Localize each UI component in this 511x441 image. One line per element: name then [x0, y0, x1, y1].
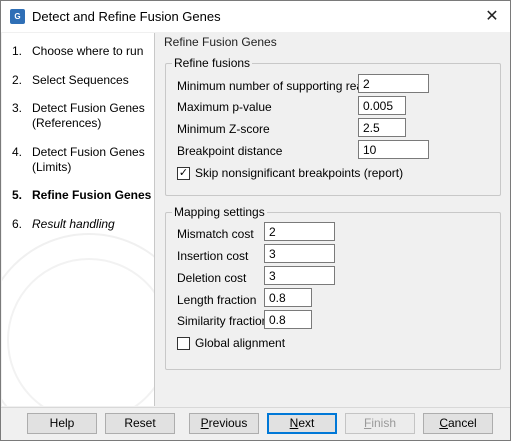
- dialog-window: G Detect and Refine Fusion Genes ✕ 1. Ch…: [0, 0, 511, 441]
- step-label: Detect Fusion Genes (References): [32, 101, 145, 130]
- min-z-score-label: Minimum Z-score: [177, 122, 270, 136]
- finish-button: Finish: [345, 413, 415, 434]
- step-label: Select Sequences: [32, 73, 129, 87]
- cancel-label-mnemonic: C: [439, 416, 448, 430]
- help-button[interactable]: Help: [27, 413, 97, 434]
- global-alignment-label: Global alignment: [195, 336, 286, 350]
- step-label: Result handling: [32, 217, 115, 231]
- checkmark-icon: ✓: [178, 167, 189, 179]
- breakpoint-distance-field[interactable]: 10: [358, 140, 429, 159]
- finish-label-post: inish: [371, 416, 397, 430]
- reset-button[interactable]: Reset: [105, 413, 175, 434]
- title-bar: G Detect and Refine Fusion Genes ✕: [1, 1, 510, 32]
- next-label-post: ext: [298, 416, 315, 430]
- step-label: Detect Fusion Genes (Limits): [32, 145, 145, 174]
- step-number: 6.: [12, 217, 23, 231]
- app-icon: G: [10, 9, 25, 24]
- wizard-steps-panel: 1. Choose where to run 2. Select Sequenc…: [2, 33, 155, 406]
- insertion-cost-label: Insertion cost: [177, 249, 249, 263]
- min-z-score-field[interactable]: 2.5: [358, 118, 406, 137]
- refine-fusions-legend: Refine fusions: [172, 56, 253, 70]
- min-reads-field[interactable]: 2: [358, 74, 429, 93]
- mismatch-cost-field[interactable]: 2: [264, 222, 335, 241]
- close-icon[interactable]: ✕: [474, 1, 510, 32]
- max-p-value-label: Maximum p-value: [177, 100, 272, 114]
- similarity-fraction-label: Similarity fraction: [177, 314, 269, 328]
- skip-nonsignificant-label: Skip nonsignificant breakpoints (report): [195, 166, 404, 180]
- mismatch-cost-label: Mismatch cost: [177, 227, 254, 241]
- step-number: 4.: [12, 145, 23, 159]
- previous-button[interactable]: Previous: [189, 413, 259, 434]
- skip-nonsignificant-checkbox[interactable]: ✓: [177, 167, 190, 180]
- cancel-button[interactable]: Cancel: [423, 413, 493, 434]
- previous-label-mnemonic: P: [200, 416, 209, 430]
- window-title: Detect and Refine Fusion Genes: [32, 9, 221, 24]
- cancel-label-post: ancel: [447, 416, 477, 430]
- step-number: 2.: [12, 73, 23, 87]
- previous-label-post: revious: [208, 416, 248, 430]
- step-number: 3.: [12, 101, 23, 115]
- step-number: 1.: [12, 44, 23, 58]
- min-reads-label: Minimum number of supporting reads: [177, 79, 376, 93]
- page-title: Refine Fusion Genes: [164, 35, 277, 49]
- step-number: 5.: [12, 188, 23, 202]
- length-fraction-field[interactable]: 0.8: [264, 288, 312, 307]
- step-label: Refine Fusion Genes: [32, 188, 152, 202]
- mapping-settings-legend: Mapping settings: [172, 205, 267, 219]
- next-button[interactable]: Next: [267, 413, 337, 434]
- length-fraction-label: Length fraction: [177, 293, 257, 307]
- global-alignment-checkbox[interactable]: [177, 337, 190, 350]
- breakpoint-distance-label: Breakpoint distance: [177, 144, 283, 158]
- step-label: Choose where to run: [32, 44, 144, 58]
- insertion-cost-field[interactable]: 3: [264, 244, 335, 263]
- deletion-cost-field[interactable]: 3: [264, 266, 335, 285]
- max-p-value-field[interactable]: 0.005: [358, 96, 406, 115]
- deletion-cost-label: Deletion cost: [177, 271, 247, 285]
- similarity-fraction-field[interactable]: 0.8: [264, 310, 312, 329]
